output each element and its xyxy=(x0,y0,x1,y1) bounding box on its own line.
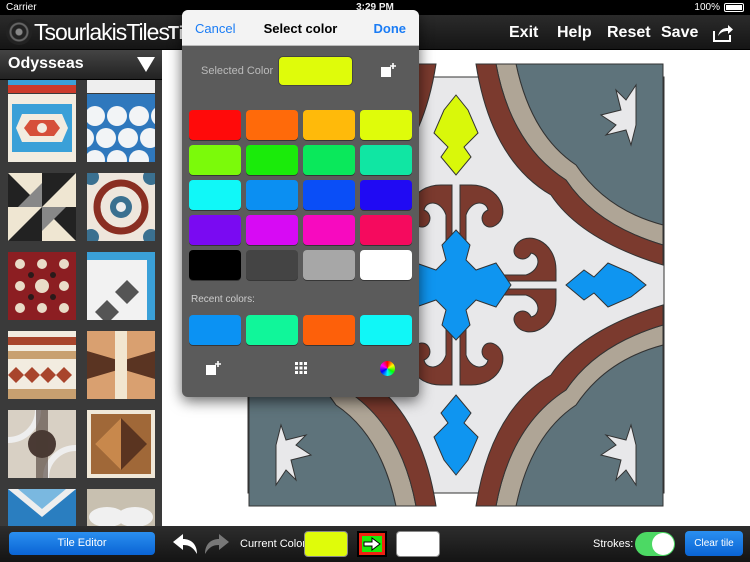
done-button[interactable]: Done xyxy=(374,21,407,36)
reset-button[interactable]: Reset xyxy=(607,24,651,42)
tile-sidebar: Odysseas xyxy=(0,50,162,526)
palette-color-swatch[interactable] xyxy=(189,145,241,175)
clear-tile-button[interactable]: Clear tile xyxy=(685,531,743,556)
palette-color-swatch[interactable] xyxy=(246,215,298,245)
recent-colors-label: Recent colors: xyxy=(191,294,255,305)
exit-button[interactable]: Exit xyxy=(509,24,538,42)
popover-header: Cancel Select color Done xyxy=(182,10,419,46)
color-picker-popover: Cancel Select color Done Selected Color … xyxy=(182,10,419,397)
tile-thumbnail[interactable] xyxy=(87,489,155,526)
tile-thumbnail[interactable] xyxy=(8,252,76,320)
undo-icon[interactable] xyxy=(171,532,199,556)
collection-header[interactable]: Odysseas xyxy=(0,50,162,80)
save-button[interactable]: Save xyxy=(661,24,698,42)
palette-color-swatch[interactable] xyxy=(246,145,298,175)
tile-thumbnail[interactable] xyxy=(87,331,155,399)
swap-colors-button[interactable] xyxy=(357,531,387,557)
tile-thumbnail[interactable] xyxy=(87,94,155,162)
tile-editor-button[interactable]: Tile Editor xyxy=(9,532,155,555)
recent-color-swatch[interactable] xyxy=(189,315,241,345)
tile-thumbnail[interactable] xyxy=(8,173,76,241)
palette-color-swatch[interactable] xyxy=(360,110,412,140)
strokes-toggle[interactable] xyxy=(635,532,675,556)
recent-color-swatch[interactable] xyxy=(303,315,355,345)
current-color-label: Current Color: xyxy=(240,538,310,550)
battery-icon xyxy=(724,3,744,12)
tile-thumbnail[interactable] xyxy=(87,252,155,320)
color-wheel-icon[interactable] xyxy=(380,361,395,376)
tile-thumbnail[interactable] xyxy=(87,410,155,478)
palette-color-swatch[interactable] xyxy=(189,250,241,280)
tile-thumbnail[interactable] xyxy=(87,80,155,93)
battery-label: 100% xyxy=(694,2,720,13)
palette-color-swatch[interactable] xyxy=(303,145,355,175)
app-logo xyxy=(6,19,32,45)
strokes-label: Strokes: xyxy=(593,538,634,550)
palette-color-swatch[interactable] xyxy=(246,250,298,280)
palette-color-swatch[interactable] xyxy=(360,215,412,245)
tile-thumbnail[interactable] xyxy=(8,80,76,93)
palette-color-swatch[interactable] xyxy=(189,215,241,245)
swap-arrow-icon xyxy=(362,536,382,552)
secondary-color-swatch[interactable] xyxy=(396,531,440,557)
dropdown-triangle-icon[interactable] xyxy=(137,57,155,72)
tile-thumbnail[interactable] xyxy=(8,94,76,162)
help-button[interactable]: Help xyxy=(557,24,592,42)
grid-icon[interactable] xyxy=(292,360,310,376)
add-color-icon[interactable] xyxy=(380,62,398,78)
palette-color-swatch[interactable] xyxy=(303,180,355,210)
selected-color-swatch xyxy=(278,56,353,86)
tile-thumbnail[interactable] xyxy=(8,489,76,526)
bottom-toolbar: Tile Editor Current Color: Strokes: Clea… xyxy=(0,526,750,562)
share-icon[interactable] xyxy=(712,23,734,43)
tile-thumbnail[interactable] xyxy=(8,331,76,399)
palette-color-swatch[interactable] xyxy=(189,180,241,210)
current-color-swatch[interactable] xyxy=(304,531,348,557)
recent-color-swatch[interactable] xyxy=(360,315,412,345)
add-color-icon[interactable] xyxy=(205,360,223,376)
palette-color-swatch[interactable] xyxy=(360,145,412,175)
collection-title: Odysseas xyxy=(8,55,84,72)
app-root: Carrier 3:29 PM 100% TsourlakisTiles Ti … xyxy=(0,0,750,562)
palette-color-swatch[interactable] xyxy=(246,110,298,140)
palette-color-swatch[interactable] xyxy=(360,180,412,210)
tile-thumbnail[interactable] xyxy=(87,173,155,241)
app-title: TsourlakisTiles xyxy=(34,19,170,45)
palette-color-swatch[interactable] xyxy=(189,110,241,140)
palette-color-swatch[interactable] xyxy=(303,250,355,280)
palette-color-swatch[interactable] xyxy=(246,180,298,210)
tile-thumbnail-list xyxy=(0,80,162,526)
recent-color-swatch[interactable] xyxy=(246,315,298,345)
selected-color-label: Selected Color xyxy=(201,65,274,77)
palette-color-swatch[interactable] xyxy=(303,110,355,140)
palette-color-swatch[interactable] xyxy=(360,250,412,280)
palette-color-swatch[interactable] xyxy=(303,215,355,245)
redo-icon[interactable] xyxy=(203,532,231,556)
tile-thumbnail[interactable] xyxy=(8,410,76,478)
